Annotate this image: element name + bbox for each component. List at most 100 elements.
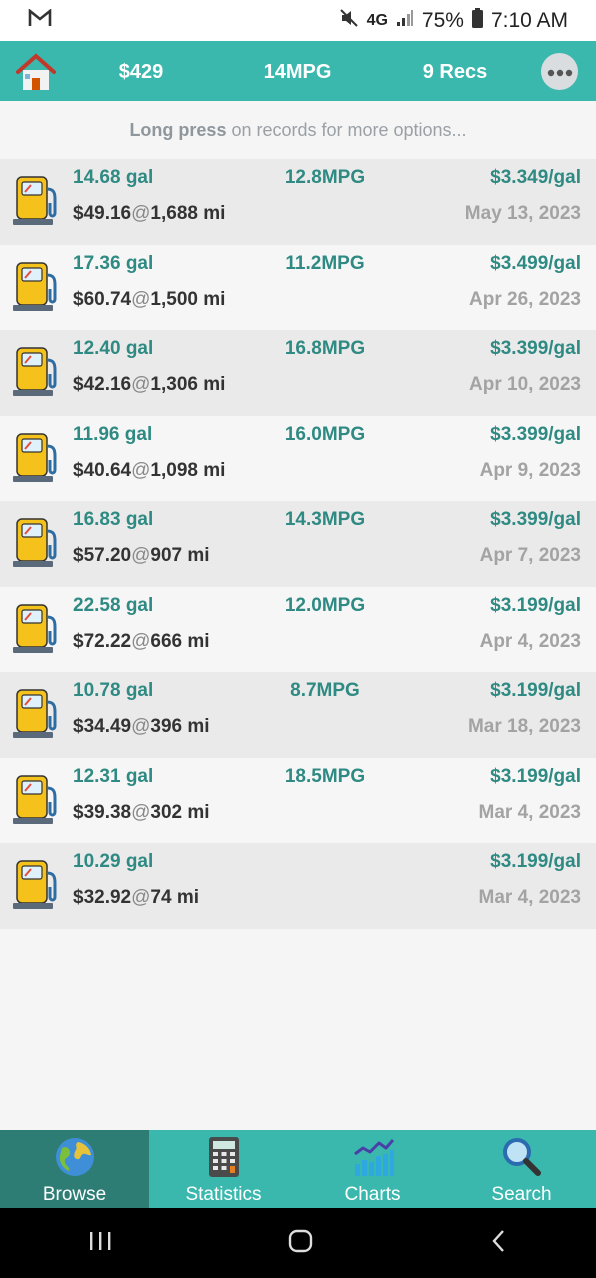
- record-gallons: 12.31 gal: [73, 765, 154, 787]
- record-mpg: 16.0MPG: [284, 423, 366, 445]
- record-date: May 13, 2023: [464, 203, 581, 224]
- record-date: Apr 10, 2023: [469, 374, 581, 395]
- mute-icon: [339, 8, 359, 34]
- record-date: Apr 7, 2023: [479, 545, 581, 566]
- recent-apps-icon[interactable]: [87, 1230, 113, 1257]
- record-date: Apr 4, 2023: [479, 630, 581, 652]
- nav-statistics[interactable]: Statistics: [149, 1130, 298, 1208]
- record-row[interactable]: 10.78 gal 8.7MPG $3.199/gal $34.49@396 m…: [0, 672, 596, 758]
- record-date: Apr 26, 2023: [469, 288, 581, 310]
- record-date: Mar 4, 2023: [478, 801, 581, 823]
- record-odometer: 1,500 mi: [150, 288, 226, 310]
- record-price: $3.399/gal: [490, 509, 581, 530]
- record-price: $3.399/gal: [490, 423, 581, 445]
- record-row[interactable]: 14.68 gal 12.8MPG $3.349/gal $49.16@1,68…: [0, 159, 596, 245]
- globe-icon: [55, 1138, 94, 1176]
- fuel-pump-icon: [12, 599, 62, 659]
- record-gallons: 10.78 gal: [73, 680, 154, 701]
- record-row[interactable]: 17.36 gal 11.2MPG $3.499/gal $60.74@1,50…: [0, 244, 596, 330]
- record-cost-line: $32.92@74 mi: [73, 887, 199, 909]
- at-sign: @: [131, 545, 151, 566]
- record-cost: $34.49: [73, 716, 132, 737]
- record-cost-line: $39.38@302 mi: [73, 802, 210, 824]
- app-bar: $429 14MPG 9 Recs: [0, 41, 596, 101]
- record-row[interactable]: 16.83 gal 14.3MPG $3.399/gal $57.20@907 …: [0, 501, 596, 587]
- magnifier-icon: [502, 1138, 541, 1176]
- record-odometer: 907 mi: [150, 545, 210, 566]
- record-cost: $60.74: [73, 288, 132, 310]
- record-cost: $72.22: [73, 630, 132, 652]
- at-sign: @: [131, 887, 151, 908]
- hint-text: on records for more options...: [226, 119, 467, 140]
- record-cost: $57.20: [73, 545, 132, 566]
- home-icon[interactable]: [14, 50, 58, 94]
- record-row[interactable]: 11.96 gal 16.0MPG $3.399/gal $40.64@1,09…: [0, 415, 596, 501]
- battery-level: 75%: [421, 8, 464, 32]
- record-mpg: 12.8MPG: [284, 167, 366, 188]
- record-cost: $40.64: [73, 459, 132, 481]
- record-mpg: 11.2MPG: [285, 252, 365, 274]
- gmail-icon: [28, 7, 52, 33]
- record-row[interactable]: 12.31 gal 18.5MPG $3.199/gal $39.38@302 …: [0, 757, 596, 843]
- record-odometer: 1,306 mi: [150, 374, 226, 395]
- fuel-pump-icon: [12, 171, 62, 231]
- record-gallons: 22.58 gal: [73, 594, 154, 616]
- battery-icon: [471, 7, 483, 34]
- record-odometer: 1,688 mi: [150, 203, 226, 224]
- record-odometer: 302 mi: [150, 801, 210, 823]
- clock: 7:10 AM: [490, 8, 568, 32]
- at-sign: @: [131, 630, 151, 652]
- at-sign: @: [131, 374, 151, 395]
- back-icon[interactable]: [489, 1229, 509, 1258]
- record-price: $3.349/gal: [490, 167, 581, 188]
- record-date: Apr 9, 2023: [479, 459, 581, 481]
- nav-charts[interactable]: Charts: [298, 1130, 447, 1208]
- hint-bold: Long press: [129, 119, 227, 140]
- at-sign: @: [131, 288, 151, 310]
- record-gallons: 11.96 gal: [73, 423, 153, 445]
- calculator-icon: [208, 1137, 239, 1177]
- record-gallons: 17.36 gal: [73, 252, 154, 274]
- record-price: $3.199/gal: [490, 594, 581, 616]
- nav-search[interactable]: Search: [447, 1130, 596, 1208]
- record-row[interactable]: 12.40 gal 16.8MPG $3.399/gal $42.16@1,30…: [0, 330, 596, 416]
- signal-icon: [396, 9, 414, 33]
- record-cost-line: $49.16@1,688 mi: [73, 203, 225, 225]
- at-sign: @: [131, 203, 151, 224]
- record-date: Mar 18, 2023: [467, 716, 581, 737]
- home-nav-icon[interactable]: [288, 1229, 314, 1258]
- record-cost-line: $72.22@666 mi: [73, 631, 210, 653]
- record-cost: $42.16: [73, 374, 132, 395]
- long-press-hint: Long press on records for more options..…: [0, 101, 596, 159]
- record-gallons: 16.83 gal: [73, 509, 154, 530]
- record-row[interactable]: 10.29 gal $3.199/gal $32.92@74 mi Mar 4,…: [0, 843, 596, 929]
- record-date: Mar 4, 2023: [478, 887, 581, 908]
- records-list: 14.68 gal 12.8MPG $3.349/gal $49.16@1,68…: [0, 159, 596, 929]
- status-bar: 4G 75% 7:10 AM: [0, 0, 596, 41]
- record-mpg: 12.0MPG: [284, 594, 366, 616]
- fuel-pump-icon: [12, 257, 62, 317]
- nav-search-label: Search: [491, 1184, 552, 1205]
- record-cost-line: $42.16@1,306 mi: [73, 374, 225, 396]
- at-sign: @: [131, 716, 151, 737]
- record-odometer: 1,098 mi: [150, 459, 226, 481]
- record-cost: $32.92: [73, 887, 132, 908]
- record-count: 9 Recs: [422, 61, 488, 83]
- nav-charts-label: Charts: [344, 1184, 401, 1205]
- at-sign: @: [131, 801, 151, 823]
- nav-browse[interactable]: Browse: [0, 1130, 149, 1208]
- record-price: $3.499/gal: [490, 252, 581, 274]
- record-gallons: 12.40 gal: [73, 338, 154, 359]
- more-options-button[interactable]: [541, 53, 578, 90]
- fuel-pump-icon: [12, 513, 62, 573]
- record-odometer: 396 mi: [150, 716, 210, 737]
- record-cost-line: $57.20@907 mi: [73, 545, 210, 567]
- fuel-pump-icon: [12, 770, 62, 830]
- record-price: $3.399/gal: [490, 338, 581, 359]
- record-cost-line: $40.64@1,098 mi: [73, 460, 225, 482]
- record-row[interactable]: 22.58 gal 12.0MPG $3.199/gal $72.22@666 …: [0, 586, 596, 672]
- record-odometer: 666 mi: [150, 630, 210, 652]
- network-type: 4G: [366, 11, 388, 29]
- record-mpg: 14.3MPG: [284, 509, 366, 530]
- chart-icon: [353, 1139, 394, 1176]
